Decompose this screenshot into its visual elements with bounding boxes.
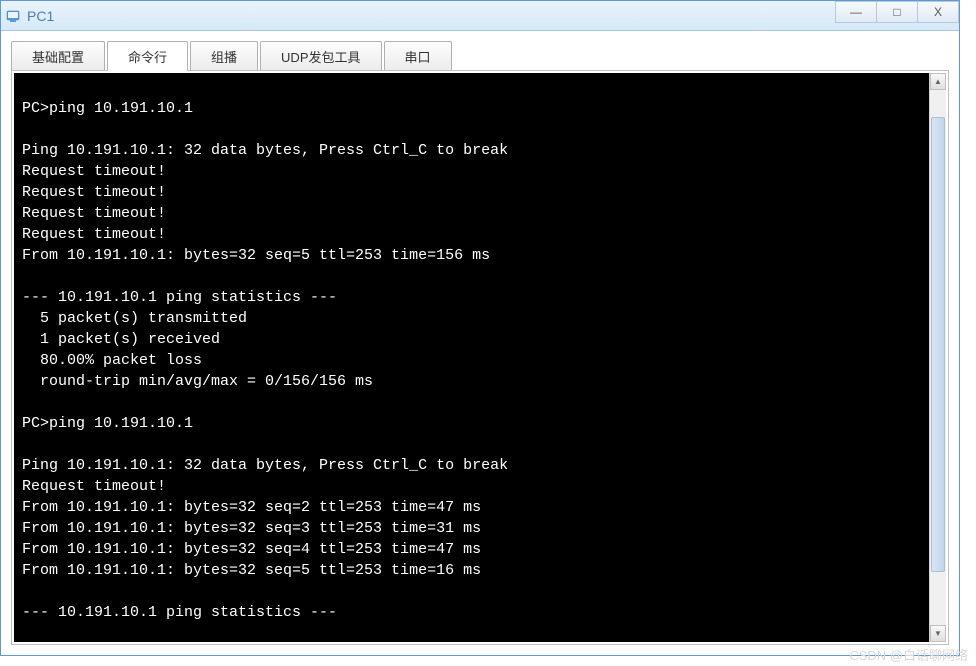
window-title: PC1: [27, 8, 54, 24]
scroll-down-button[interactable]: ▼: [930, 625, 946, 642]
tab-serial-port[interactable]: 串口: [384, 41, 452, 70]
maximize-icon: □: [893, 5, 900, 19]
watermark: CSDN @白话聊网络: [849, 645, 968, 664]
app-icon: [5, 8, 21, 24]
minimize-icon: —: [850, 5, 862, 19]
scroll-up-button[interactable]: ▲: [930, 73, 946, 90]
terminal-container: PC>ping 10.191.10.1 Ping 10.191.10.1: 32…: [11, 71, 949, 645]
titlebar: PC1 — □ X: [1, 1, 959, 31]
terminal[interactable]: PC>ping 10.191.10.1 Ping 10.191.10.1: 32…: [14, 73, 929, 642]
close-icon: X: [934, 5, 942, 19]
content-area: 基础配置 命令行 组播 UDP发包工具 串口 PC>ping 10.191.10…: [1, 31, 959, 655]
scrollbar: ▲ ▼: [929, 73, 946, 642]
tab-basic-config[interactable]: 基础配置: [11, 41, 105, 70]
minimize-button[interactable]: —: [835, 1, 877, 23]
chevron-down-icon: ▼: [934, 629, 942, 638]
tab-label: UDP发包工具: [281, 47, 360, 66]
scroll-track[interactable]: [930, 90, 946, 625]
tab-label: 串口: [405, 47, 431, 66]
chevron-up-icon: ▲: [934, 77, 942, 86]
application-window: PC1 — □ X 基础配置 命令行 组播 UDP发包工具 串口 PC>ping…: [0, 0, 960, 656]
scroll-thumb[interactable]: [931, 117, 945, 572]
tab-label: 基础配置: [32, 47, 84, 66]
close-button[interactable]: X: [917, 1, 959, 23]
tab-command-line[interactable]: 命令行: [107, 41, 188, 71]
tab-label: 组播: [211, 47, 237, 66]
tab-label: 命令行: [128, 47, 167, 66]
maximize-button[interactable]: □: [876, 1, 918, 23]
tab-bar: 基础配置 命令行 组播 UDP发包工具 串口: [11, 41, 949, 71]
tab-multicast[interactable]: 组播: [190, 41, 258, 70]
window-controls: — □ X: [836, 1, 959, 23]
tab-udp-packet-tool[interactable]: UDP发包工具: [260, 41, 381, 70]
